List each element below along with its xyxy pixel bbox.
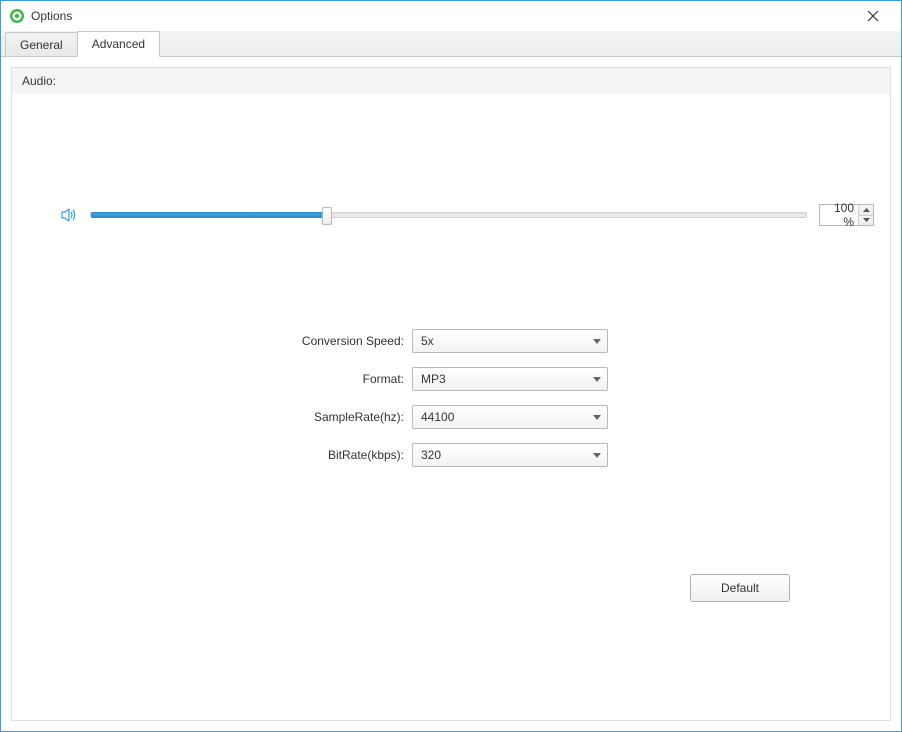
- combo-format[interactable]: MP3: [412, 367, 608, 391]
- chevron-down-icon: [587, 444, 607, 466]
- app-icon: [9, 8, 25, 24]
- close-button[interactable]: [853, 4, 893, 28]
- volume-spin-up[interactable]: [859, 205, 873, 216]
- volume-slider-thumb[interactable]: [322, 207, 332, 225]
- content-area: Audio: 100 %: [1, 57, 901, 731]
- combo-bit-rate[interactable]: 320: [412, 443, 608, 467]
- volume-spin-down[interactable]: [859, 216, 873, 226]
- volume-slider-fill: [91, 212, 327, 218]
- chevron-down-icon: [587, 406, 607, 428]
- form-area: Conversion Speed: 5x Format: MP3: [12, 322, 890, 474]
- volume-slider[interactable]: [90, 212, 807, 218]
- speaker-icon: [60, 206, 78, 224]
- label-sample-rate: SampleRate(hz):: [12, 410, 412, 424]
- audio-panel: Audio: 100 %: [11, 67, 891, 721]
- row-sample-rate: SampleRate(hz): 44100: [12, 398, 890, 436]
- label-conversion-speed: Conversion Speed:: [12, 334, 412, 348]
- volume-value: 100 %: [820, 201, 858, 229]
- chevron-down-icon: [587, 330, 607, 352]
- tab-bar: General Advanced: [1, 31, 901, 57]
- label-bit-rate: BitRate(kbps):: [12, 448, 412, 462]
- tab-advanced-label: Advanced: [92, 37, 145, 51]
- default-button-label: Default: [721, 581, 759, 595]
- default-button[interactable]: Default: [690, 574, 790, 602]
- row-conversion-speed: Conversion Speed: 5x: [12, 322, 890, 360]
- tab-general-label: General: [20, 38, 63, 52]
- volume-spinner: [858, 205, 873, 225]
- window-title: Options: [31, 9, 72, 23]
- row-format: Format: MP3: [12, 360, 890, 398]
- tab-advanced[interactable]: Advanced: [77, 31, 160, 57]
- combo-conversion-speed-value: 5x: [413, 334, 587, 348]
- combo-sample-rate-value: 44100: [413, 410, 587, 424]
- volume-spinbox[interactable]: 100 %: [819, 204, 874, 226]
- volume-row: 100 %: [60, 204, 874, 226]
- chevron-down-icon: [587, 368, 607, 390]
- audio-section-label: Audio:: [12, 68, 890, 94]
- combo-conversion-speed[interactable]: 5x: [412, 329, 608, 353]
- panel-inner: 100 % Conversion Speed: 5x: [12, 94, 890, 720]
- row-bit-rate: BitRate(kbps): 320: [12, 436, 890, 474]
- label-format: Format:: [12, 372, 412, 386]
- combo-sample-rate[interactable]: 44100: [412, 405, 608, 429]
- tab-general[interactable]: General: [5, 32, 78, 56]
- combo-bit-rate-value: 320: [413, 448, 587, 462]
- window-titlebar: Options: [1, 1, 901, 31]
- combo-format-value: MP3: [413, 372, 587, 386]
